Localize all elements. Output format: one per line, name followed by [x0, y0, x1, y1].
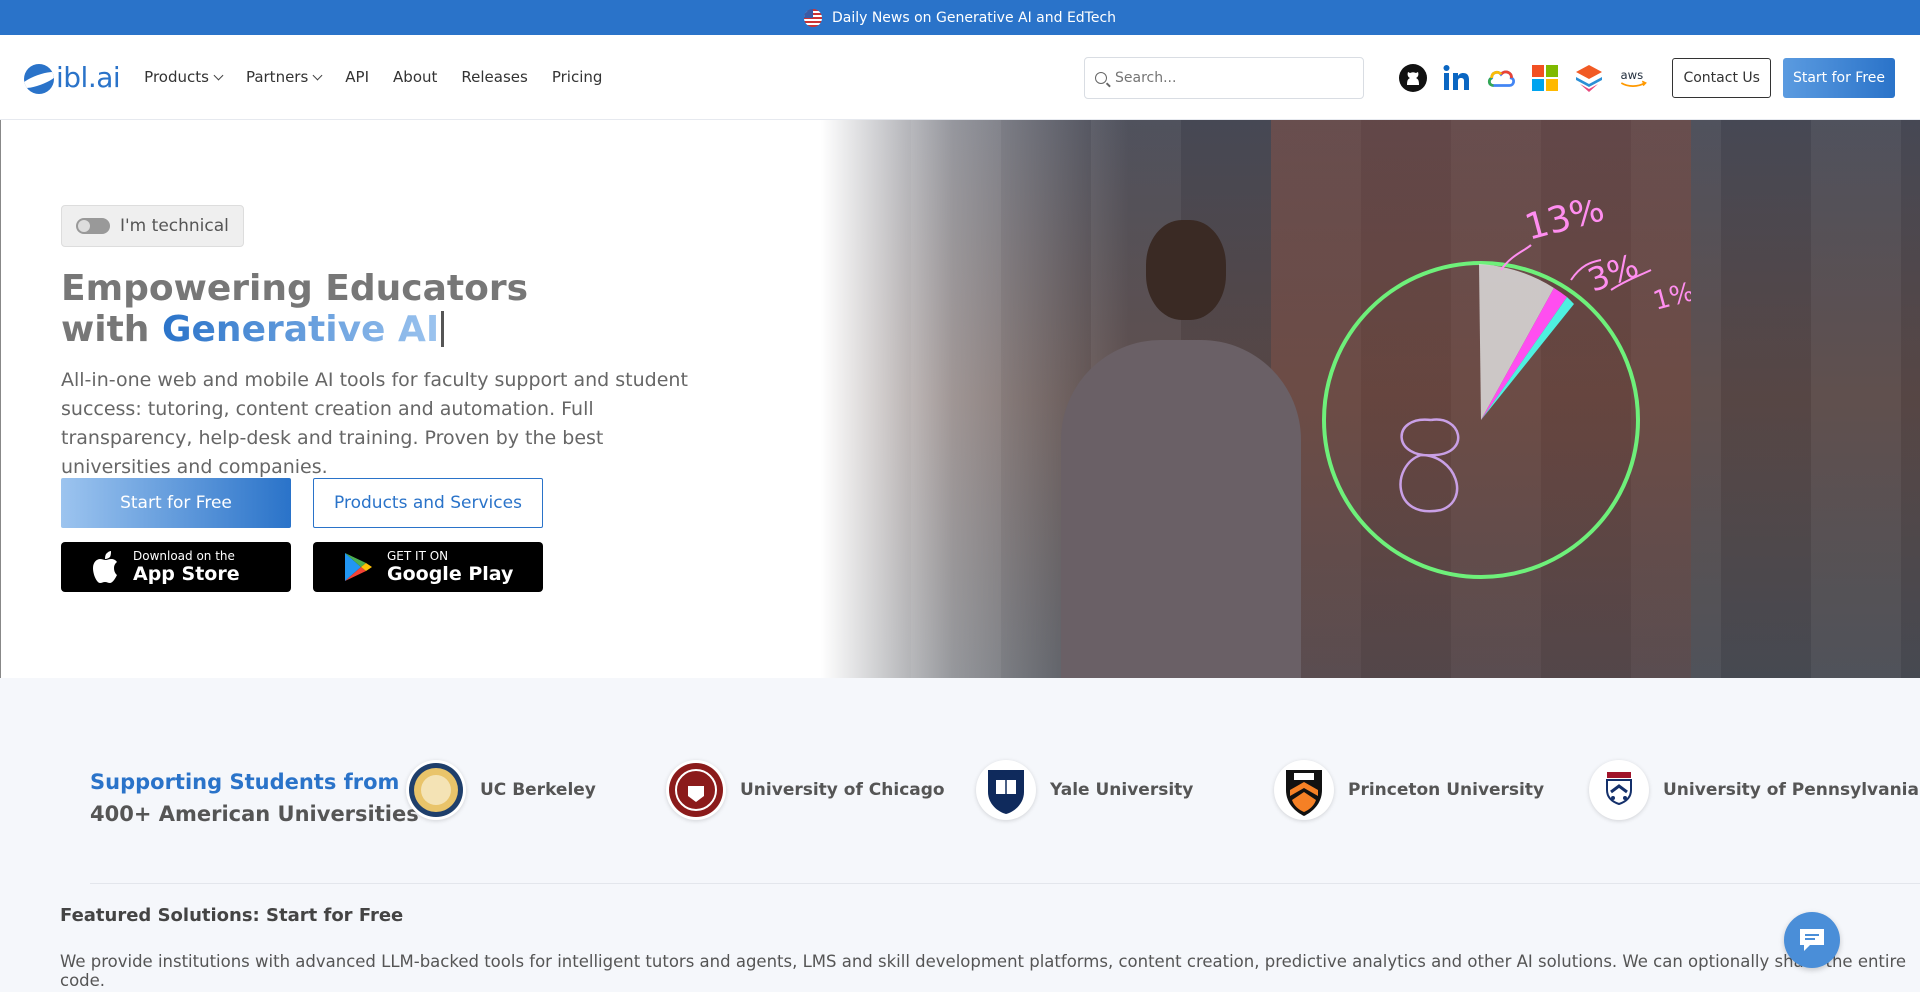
hero-title-line2: with Generative AI: [61, 309, 528, 350]
chevron-down-icon: [312, 70, 323, 80]
linkedin-icon[interactable]: [1442, 63, 1472, 93]
board-label-13: 13%: [1521, 200, 1609, 249]
hero-title-line1: Empowering Educators: [61, 268, 529, 309]
svg-text:aws: aws: [1621, 68, 1644, 82]
typing-caret: [441, 311, 445, 347]
hero-video-image: 13% 3% 1%: [821, 120, 1920, 678]
university-name: Princeton University: [1348, 780, 1545, 800]
nav-releases[interactable]: Releases: [461, 68, 527, 86]
hero-buttons: Start for Free Products and Services Dow…: [61, 478, 543, 592]
hero-title: Empowering Educators with Generative AI: [61, 268, 528, 350]
partner-icons: aws: [1398, 63, 1648, 93]
nav-pricing[interactable]: Pricing: [552, 68, 603, 86]
nav-api[interactable]: API: [345, 68, 369, 86]
nav-about-label: About: [393, 68, 438, 86]
nav-releases-label: Releases: [461, 68, 528, 86]
university-chicago[interactable]: University of Chicago: [666, 760, 945, 820]
start-free-hero-button[interactable]: Start for Free: [61, 478, 291, 528]
us-flag-icon: [803, 8, 822, 27]
featured-title: Featured Solutions: Start for Free: [60, 905, 404, 926]
logo-mark-icon: [24, 63, 54, 94]
yale-seal-icon: [976, 760, 1036, 820]
presenter-head: [1146, 220, 1226, 320]
university-pennsylvania[interactable]: University of Pennsylvania: [1589, 760, 1919, 820]
app-store-big-text: App Store: [133, 562, 240, 585]
start-free-nav-button[interactable]: Start for Free: [1782, 58, 1895, 98]
google-cloud-icon[interactable]: [1486, 63, 1516, 93]
featured-description: We provide institutions with advanced LL…: [60, 952, 1907, 990]
app-store-button[interactable]: Download on the App Store: [61, 542, 291, 592]
logo-text: ibl.ai: [56, 60, 121, 94]
chat-widget-button[interactable]: [1784, 912, 1840, 968]
search-input[interactable]: [1115, 70, 1335, 86]
hero-title-prefix: with: [61, 309, 162, 350]
chicago-seal-icon: [666, 760, 726, 820]
support-heading-line2: 400+ American Universities: [90, 802, 419, 826]
nav-products-label: Products: [144, 68, 209, 86]
chevron-down-icon: [213, 70, 224, 80]
logo[interactable]: ibl.ai: [24, 60, 121, 94]
university-name: Yale University: [1050, 780, 1194, 800]
university-name: University of Pennsylvania: [1663, 780, 1919, 800]
products-services-button[interactable]: Products and Services: [313, 478, 543, 528]
penn-seal-icon: [1589, 760, 1649, 820]
hero-subtitle: All-in-one web and mobile AI tools for f…: [61, 369, 688, 478]
university-berkeley[interactable]: UC Berkeley: [406, 760, 596, 820]
nav-partners[interactable]: Partners: [245, 68, 323, 86]
support-heading: Supporting Students from 400+ American U…: [90, 766, 419, 830]
hero-section: 13% 3% 1% I'm technical Empowering Educa…: [0, 120, 1920, 678]
nav-about[interactable]: About: [393, 68, 437, 86]
main-menu: Products Partners API About Releases Pri…: [144, 68, 602, 86]
hero-title-accent: Generative AI: [161, 309, 440, 350]
university-princeton[interactable]: Princeton University: [1274, 760, 1544, 820]
nav-pricing-label: Pricing: [551, 68, 603, 86]
aws-icon[interactable]: aws: [1618, 63, 1648, 93]
apple-icon: [93, 551, 117, 583]
university-yale[interactable]: Yale University: [976, 760, 1193, 820]
board-label-1: 1%: [1650, 277, 1691, 317]
princeton-seal-icon: [1274, 760, 1334, 820]
search-icon: [1095, 72, 1107, 84]
board-label-3: 3%: [1583, 246, 1644, 299]
chat-icon: [1800, 929, 1824, 951]
university-name: University of Chicago: [740, 780, 945, 800]
google-play-button[interactable]: GET IT ON Google Play: [313, 542, 543, 592]
support-heading-line1: Supporting Students from: [90, 770, 400, 794]
berkeley-seal-icon: [406, 760, 466, 820]
nav-products[interactable]: Products: [144, 68, 224, 86]
nav-buttons: Contact Us Start for Free: [1672, 58, 1895, 98]
contact-us-button[interactable]: Contact Us: [1672, 58, 1771, 98]
app-store-small-text: Download on the: [133, 548, 235, 563]
google-play-icon: [345, 553, 372, 581]
microsoft-icon[interactable]: [1530, 63, 1560, 93]
lightboard-drawing: 13% 3% 1%: [1322, 200, 1691, 579]
nav-api-label: API: [345, 68, 370, 86]
top-banner[interactable]: Daily News on Generative AI and EdTech: [0, 0, 1920, 35]
universities-section: Supporting Students from 400+ American U…: [0, 678, 1920, 878]
google-play-big-text: Google Play: [387, 562, 514, 585]
presenter-body: [1061, 340, 1301, 678]
banner-text[interactable]: Daily News on Generative AI and EdTech: [832, 10, 1116, 26]
google-play-small-text: GET IT ON: [387, 548, 449, 563]
layers-icon[interactable]: [1574, 63, 1604, 93]
technical-toggle-label: I'm technical: [120, 216, 229, 236]
github-icon[interactable]: [1398, 63, 1428, 93]
search-box[interactable]: [1084, 57, 1364, 99]
presenter-figure: [1061, 220, 1301, 678]
navbar: ibl.ai Products Partners API About Relea…: [0, 35, 1920, 120]
toggle-switch-icon[interactable]: [76, 218, 110, 234]
technical-toggle[interactable]: I'm technical: [61, 205, 244, 247]
university-name: UC Berkeley: [480, 780, 596, 800]
section-divider: [90, 883, 1920, 884]
nav-partners-label: Partners: [245, 68, 309, 86]
